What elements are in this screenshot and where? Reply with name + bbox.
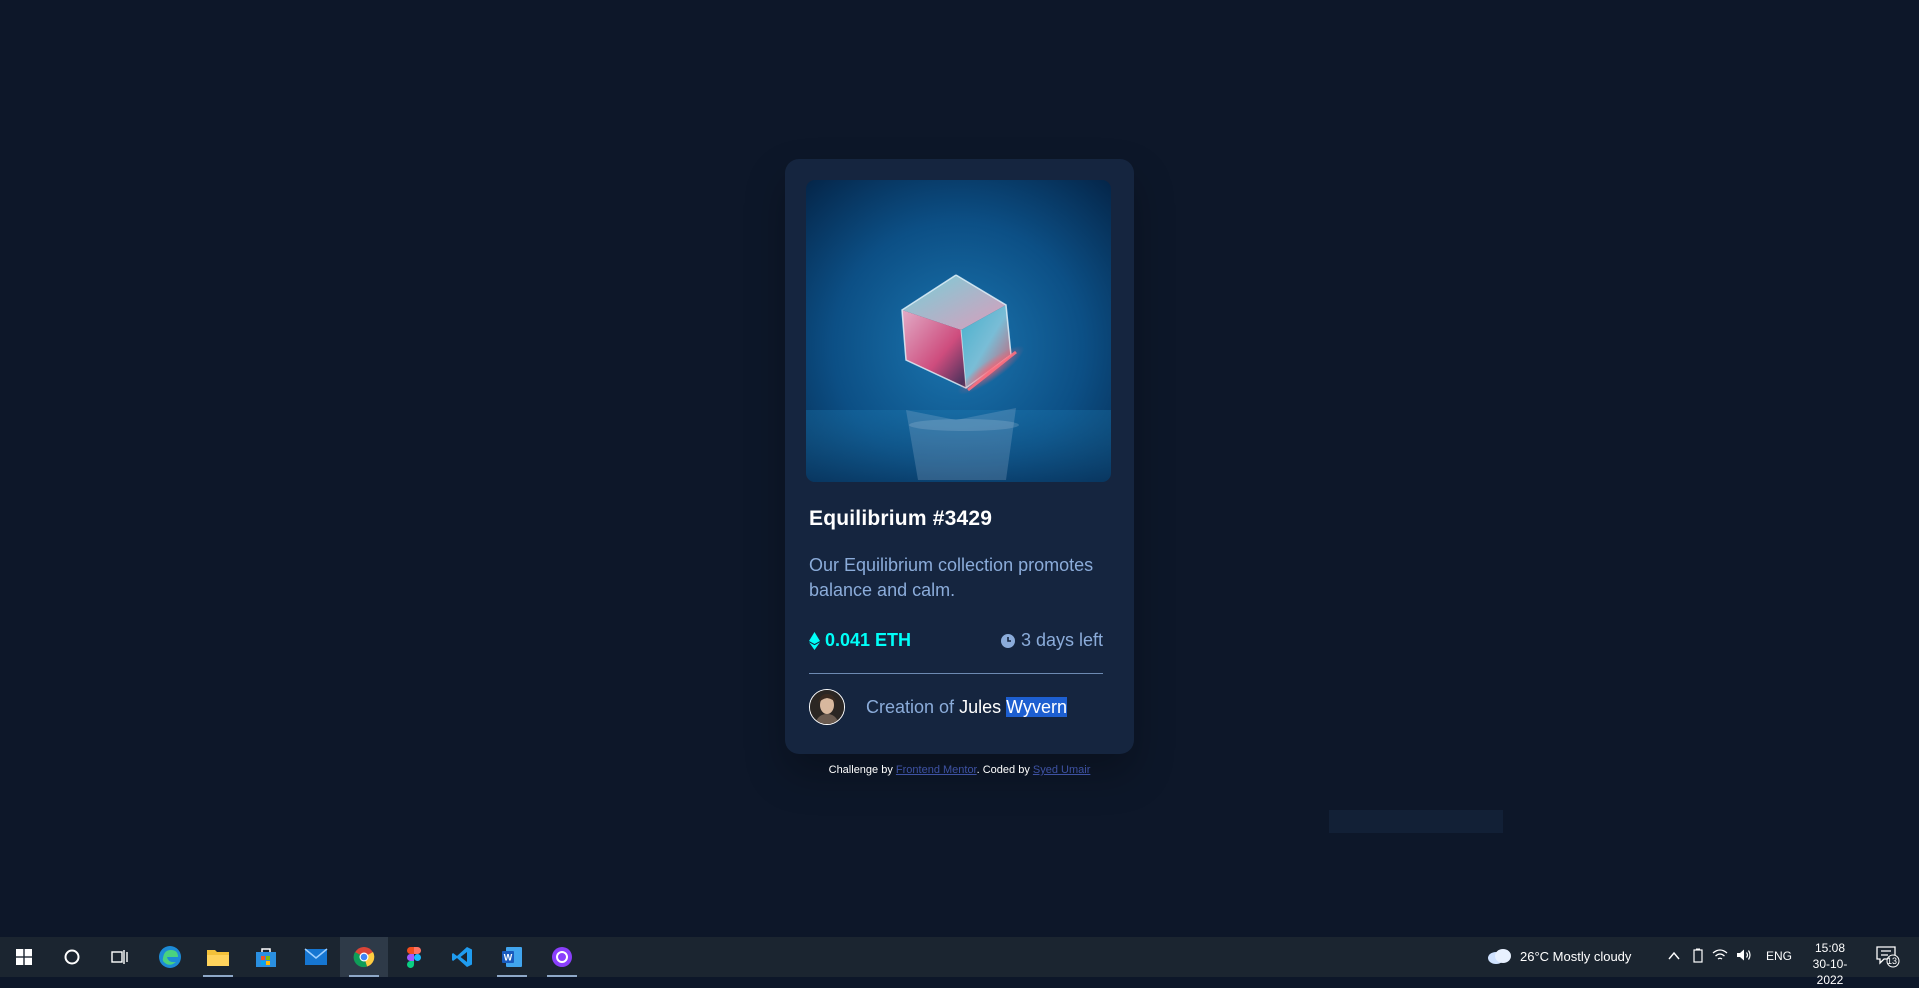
word-icon: W	[502, 947, 522, 967]
coded-prefix: . Coded by	[976, 764, 1030, 776]
store-icon	[256, 948, 276, 967]
file-explorer-button[interactable]	[194, 937, 242, 977]
task-view-icon	[111, 950, 128, 964]
chrome-icon	[353, 947, 375, 968]
chrome-button[interactable]	[340, 937, 388, 977]
word-button[interactable]: W	[488, 937, 536, 977]
avatar	[809, 689, 845, 725]
wifi-icon[interactable]	[1712, 948, 1728, 962]
clock-icon	[1000, 633, 1015, 648]
time-left-info: 3 days left	[1000, 630, 1103, 651]
faded-tooltip	[1329, 810, 1503, 833]
creator-label: Creation of Jules Wyvern	[866, 696, 1067, 718]
nft-title[interactable]: Equilibrium #3429	[809, 507, 992, 531]
windows-icon	[16, 949, 32, 965]
creator-prefix: Creation of	[866, 696, 955, 717]
cube-artwork	[806, 180, 1111, 482]
equilibrium-image[interactable]	[806, 180, 1111, 482]
author-link[interactable]: Syed Umair	[1033, 764, 1090, 776]
task-view-button[interactable]	[96, 937, 144, 977]
divider	[809, 673, 1103, 674]
nft-description: Our Equilibrium collection promotes bala…	[809, 555, 1094, 600]
folder-icon	[207, 950, 229, 966]
svg-text:W: W	[504, 953, 513, 963]
github-desktop-button[interactable]	[538, 937, 586, 977]
system-clock[interactable]: 15:08 30-10-2022	[1800, 940, 1860, 988]
figma-button[interactable]	[390, 937, 438, 977]
attribution: Challenge by Frontend Mentor. Coded by S…	[785, 764, 1134, 776]
creator-first-name[interactable]: Jules	[959, 697, 1001, 717]
language-indicator[interactable]: ENG	[1766, 949, 1792, 963]
nft-card: Equilibrium #3429 Our Equilibrium collec…	[785, 159, 1134, 754]
battery-icon[interactable]	[1692, 948, 1704, 964]
vscode-icon	[452, 947, 472, 967]
challenge-prefix: Challenge by	[828, 764, 893, 776]
cortana-icon	[64, 949, 80, 965]
edge-button[interactable]	[146, 937, 194, 977]
price-value: 0.041 ETH	[825, 630, 912, 650]
taskbar: W 26°C Mostly cloudy ENG 15:08 30-10-202…	[0, 937, 1919, 987]
price-info: 0.041 ETH	[809, 630, 911, 651]
volume-icon[interactable]	[1736, 948, 1752, 962]
creator-info: Creation of Jules Wyvern	[809, 689, 1067, 725]
github-desktop-icon	[552, 947, 572, 967]
store-button[interactable]	[242, 937, 290, 977]
weather-text[interactable]: 26°C Mostly cloudy	[1520, 949, 1631, 964]
notification-count: 13	[1887, 956, 1898, 966]
time-left-value: 3 days left	[1020, 630, 1103, 650]
vscode-button[interactable]	[438, 937, 486, 977]
creator-name[interactable]: Jules Wyvern	[959, 696, 1067, 717]
mail-button[interactable]	[292, 937, 340, 977]
frontend-mentor-link[interactable]: Frontend Mentor	[896, 764, 977, 776]
weather-cloud-icon[interactable]	[1487, 947, 1513, 965]
creator-avatar-image	[810, 690, 844, 724]
mail-icon	[304, 948, 328, 965]
search-button[interactable]	[48, 937, 96, 977]
chevron-up-icon[interactable]	[1668, 951, 1680, 961]
clock-time: 15:08	[1814, 941, 1846, 955]
start-button[interactable]	[0, 937, 48, 977]
ethereum-icon	[809, 631, 820, 650]
creator-last-name-selected[interactable]: Wyvern	[1006, 696, 1067, 717]
figma-icon	[407, 947, 421, 968]
page-background: Equilibrium #3429 Our Equilibrium collec…	[0, 0, 1919, 937]
clock-date: 30-10-2022	[1812, 957, 1848, 987]
edge-icon	[159, 946, 181, 968]
